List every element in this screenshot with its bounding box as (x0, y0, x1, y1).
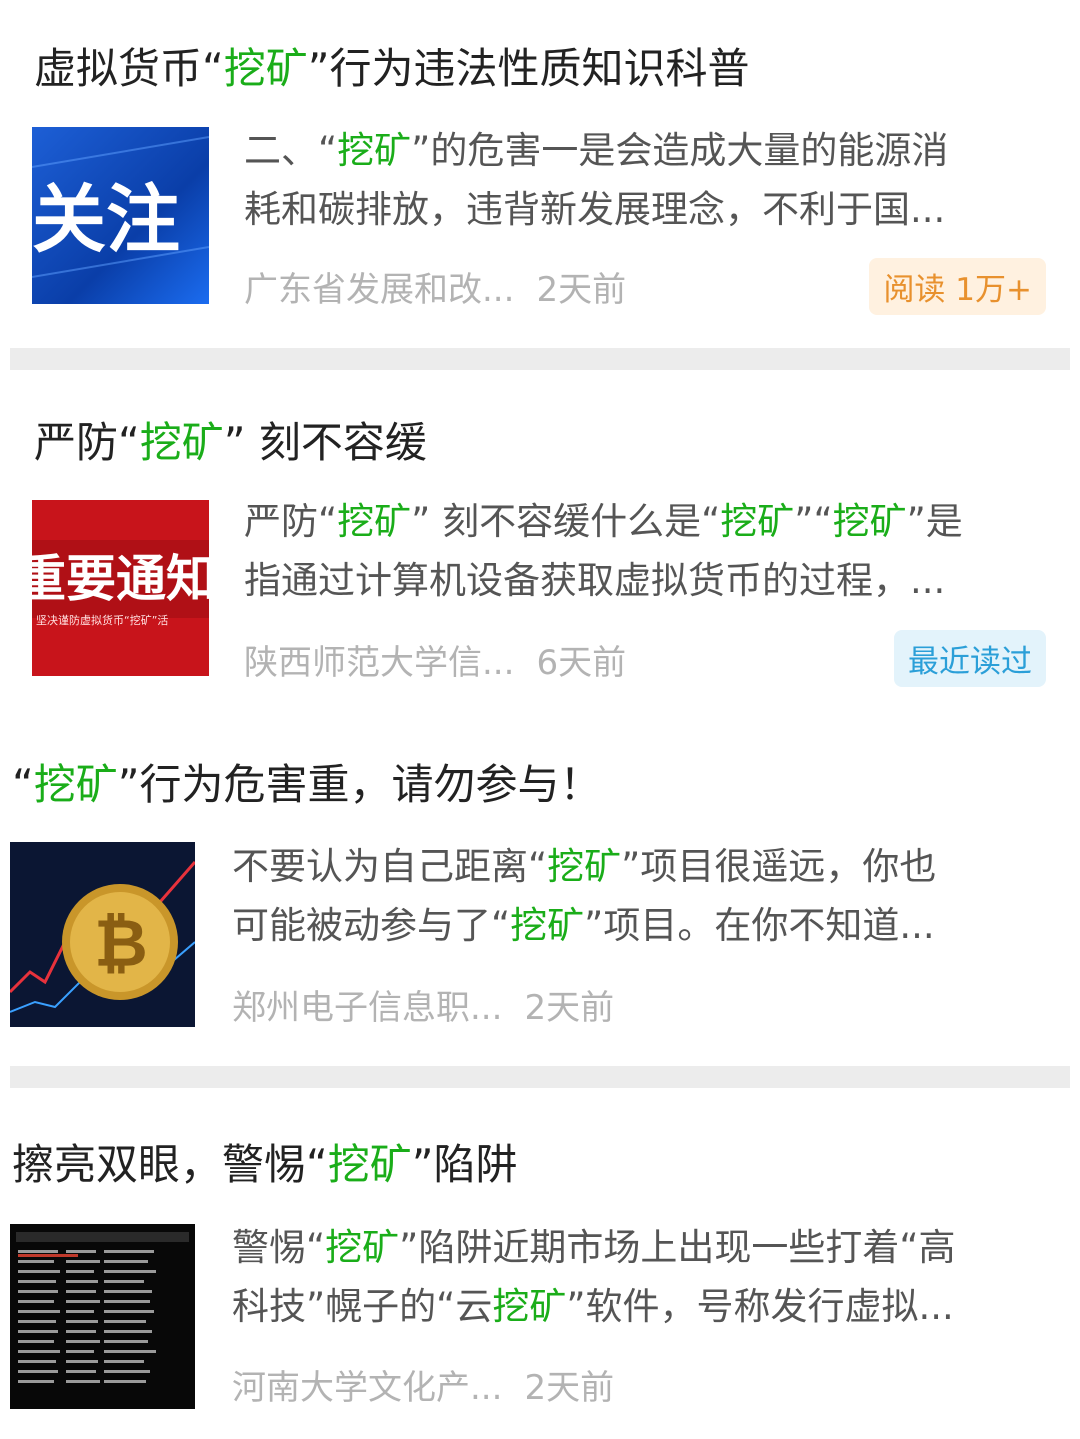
keyword-highlight: 挖矿 (139, 418, 224, 467)
keyword-highlight: 挖矿 (327, 1140, 412, 1189)
article-thumbnail[interactable] (10, 1224, 195, 1409)
keyword-highlight: 挖矿 (547, 845, 622, 888)
thumbnail-subcaption: 坚决谨防虚拟货币“挖矿”活 (36, 613, 168, 627)
keyword-highlight: 挖矿 (720, 500, 795, 543)
read-count-badge: 阅读 1万+ (869, 258, 1046, 315)
article-title[interactable]: 严防“挖矿” 刻不容缓 (34, 418, 427, 468)
recently-read-badge: 最近读过 (894, 630, 1046, 687)
text-segment: ”“ (794, 500, 833, 543)
text-segment: 严防“ (34, 418, 140, 467)
keyword-highlight: 挖矿 (832, 500, 907, 543)
text-segment: 可能被动参与了“ (232, 904, 511, 947)
text-segment: ”软件，号称发行虚拟... (566, 1285, 954, 1328)
text-segment: 指通过计算机设备获取虚拟货币的过程，... (244, 559, 946, 602)
keyword-highlight: 挖矿 (492, 1285, 567, 1328)
article-meta: 陕西师范大学信... 6天前 (244, 635, 648, 684)
article-card-2[interactable]: 严防“挖矿” 刻不容缓 重要通知 坚决谨防虚拟货币“挖矿”活 严防“挖矿” 刻不… (0, 370, 1080, 700)
text-segment: ”陷阱近期市场上出现一些打着“高 (399, 1226, 956, 1269)
text-segment: ”行为危害重，请勿参与！ (117, 760, 602, 809)
text-segment: 不要认为自己距离“ (232, 845, 548, 888)
article-source: 陕西师范大学信... (244, 643, 515, 683)
text-segment: 严防“ (244, 500, 338, 543)
article-time: 2天前 (536, 270, 627, 310)
text-segment: ”行为违法性质知识科普 (307, 44, 750, 93)
article-card-1[interactable]: 虚拟货币“挖矿”行为违法性质知识科普 关注 二、“挖矿”的危害一是会造成大量的能… (0, 0, 1080, 340)
text-segment: ” 刻不容缓什么是“ (411, 500, 721, 543)
article-meta: 郑州电子信息职... 2天前 (232, 980, 636, 1029)
text-segment: 警惕“ (232, 1226, 326, 1269)
text-segment: “ (12, 760, 34, 809)
keyword-highlight: 挖矿 (510, 904, 585, 947)
keyword-highlight: 挖矿 (33, 760, 118, 809)
text-segment: 二、“ (244, 129, 338, 172)
text-segment: 科技”幌子的“云 (232, 1285, 493, 1328)
article-thumbnail[interactable]: ₿ (10, 842, 195, 1027)
article-card-3[interactable]: “挖矿”行为危害重，请勿参与！ ₿ 不要认为自己距离“挖矿”项目很遥远，你也 可… (0, 720, 1080, 1050)
article-meta: 河南大学文化产... 2天前 (232, 1360, 636, 1409)
text-segment: 虚拟货币“ (34, 44, 224, 93)
article-snippet: 严防“挖矿” 刻不容缓什么是“挖矿”“挖矿”是 指通过计算机设备获取虚拟货币的过… (244, 492, 1044, 610)
text-segment: ”是 (906, 500, 963, 543)
article-title[interactable]: 虚拟货币“挖矿”行为违法性质知识科普 (34, 44, 750, 94)
article-meta: 广东省发展和改... 2天前 (244, 262, 648, 311)
article-time: 2天前 (524, 988, 615, 1028)
text-segment: 擦亮双眼，警惕“ (12, 1140, 328, 1189)
keyword-highlight: 挖矿 (223, 44, 308, 93)
thumbnail-graphic: 重要通知 坚决谨防虚拟货币“挖矿”活 (32, 500, 209, 676)
text-segment: ”的危害一是会造成大量的能源消 (411, 129, 949, 172)
section-divider (10, 1066, 1070, 1088)
text-segment: ”陷阱 (411, 1140, 518, 1189)
article-thumbnail[interactable]: 关注 (32, 127, 209, 304)
thumbnail-caption: 关注 (32, 177, 180, 263)
text-segment: ”项目很遥远，你也 (621, 845, 937, 888)
article-source: 河南大学文化产... (232, 1368, 503, 1408)
thumbnail-caption: 重要通知 (32, 550, 209, 608)
article-title[interactable]: 擦亮双眼，警惕“挖矿”陷阱 (12, 1140, 518, 1190)
article-source: 郑州电子信息职... (232, 988, 503, 1028)
section-divider (10, 348, 1070, 370)
terminal-screen-icon (10, 1224, 195, 1409)
article-snippet: 警惕“挖矿”陷阱近期市场上出现一些打着“高 科技”幌子的“云挖矿”软件，号称发行… (232, 1218, 1062, 1336)
article-time: 2天前 (524, 1368, 615, 1408)
keyword-highlight: 挖矿 (337, 129, 412, 172)
article-title[interactable]: “挖矿”行为危害重，请勿参与！ (12, 760, 602, 810)
svg-text:₿: ₿ (94, 905, 148, 982)
keyword-highlight: 挖矿 (325, 1226, 400, 1269)
text-segment: 耗和碳排放，违背新发展理念，不利于国... (244, 188, 946, 231)
thumbnail-graphic: 关注 (32, 136, 209, 278)
article-time: 6天前 (536, 643, 627, 683)
article-thumbnail[interactable]: 重要通知 坚决谨防虚拟货币“挖矿”活 (32, 500, 209, 676)
article-source: 广东省发展和改... (244, 270, 515, 310)
keyword-highlight: 挖矿 (337, 500, 412, 543)
article-card-4[interactable]: 擦亮双眼，警惕“挖矿”陷阱 警惕“挖矿”陷阱近期市场上出现一些打着“高 科技”幌… (0, 1090, 1080, 1439)
article-snippet: 不要认为自己距离“挖矿”项目很遥远，你也 可能被动参与了“挖矿”项目。在你不知道… (232, 837, 1050, 955)
text-segment: ” 刻不容缓 (223, 418, 427, 467)
bitcoin-icon: ₿ (10, 842, 195, 1027)
article-snippet: 二、“挖矿”的危害一是会造成大量的能源消 耗和碳排放，违背新发展理念，不利于国.… (244, 121, 1044, 239)
text-segment: ”项目。在你不知道... (584, 904, 935, 947)
